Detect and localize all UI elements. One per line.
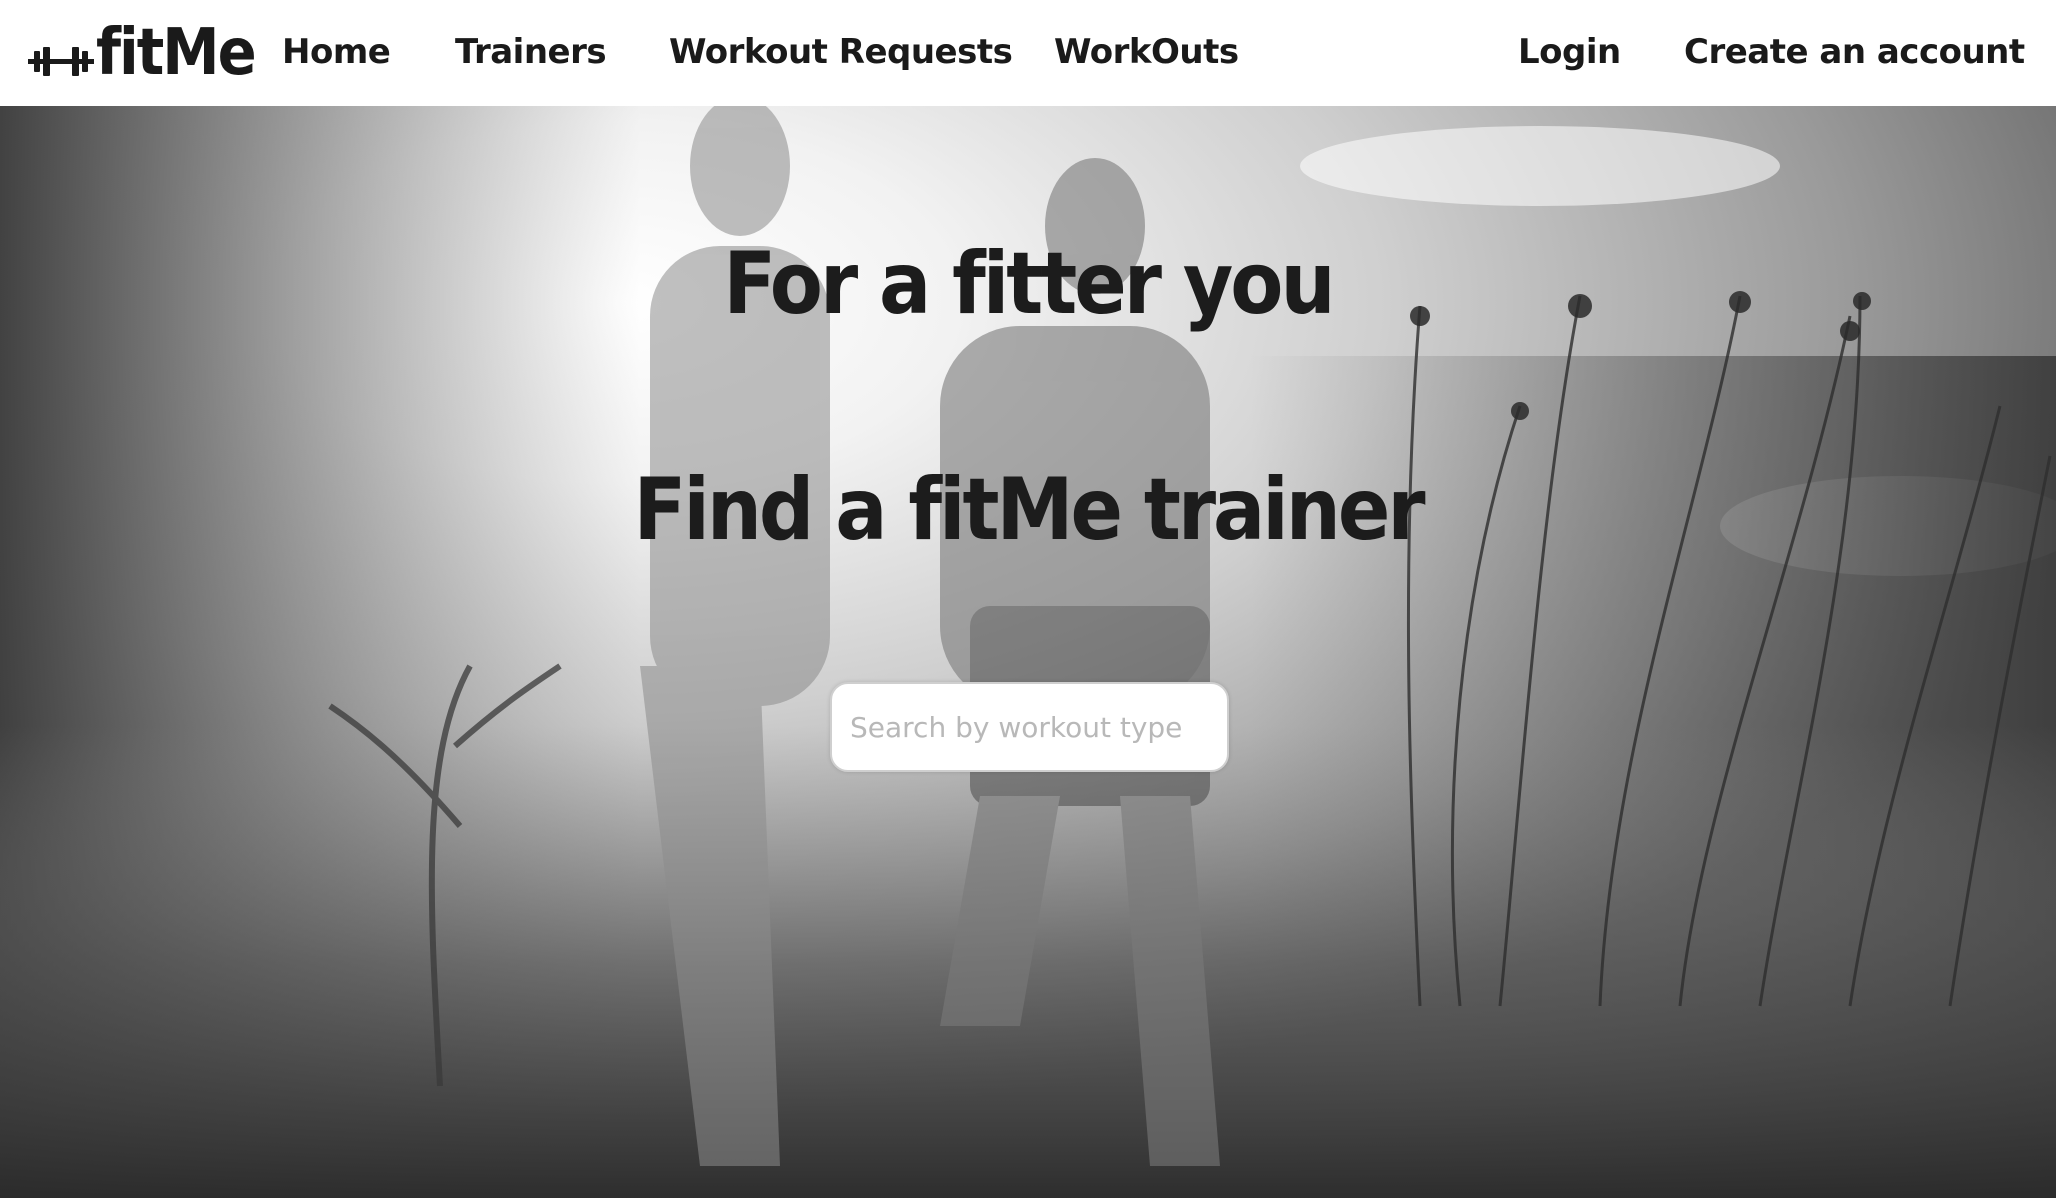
nav-trainers-link[interactable]: Trainers <box>455 28 607 76</box>
top-navbar: fitMe Home Trainers Workout Requests Wor… <box>0 0 2056 106</box>
hero-section: For a fitter you Find a fitMe trainer <box>0 106 2056 1198</box>
brand-logo[interactable]: fitMe <box>28 14 257 92</box>
workout-search-input[interactable] <box>832 684 1227 770</box>
brand-name: fitMe <box>96 16 257 90</box>
search-box <box>830 682 1229 772</box>
nav-home-link[interactable]: Home <box>282 28 391 76</box>
hero-subheadline: Find a fitMe trainer <box>633 460 1425 560</box>
dumbbell-icon <box>28 47 94 76</box>
login-link[interactable]: Login <box>1518 28 1621 76</box>
nav-workout-requests-link[interactable]: Workout Requests <box>669 28 1013 76</box>
hero-headline: For a fitter you <box>723 234 1335 334</box>
create-account-link[interactable]: Create an account <box>1684 28 2025 76</box>
nav-workouts-link[interactable]: WorkOuts <box>1054 28 1239 76</box>
